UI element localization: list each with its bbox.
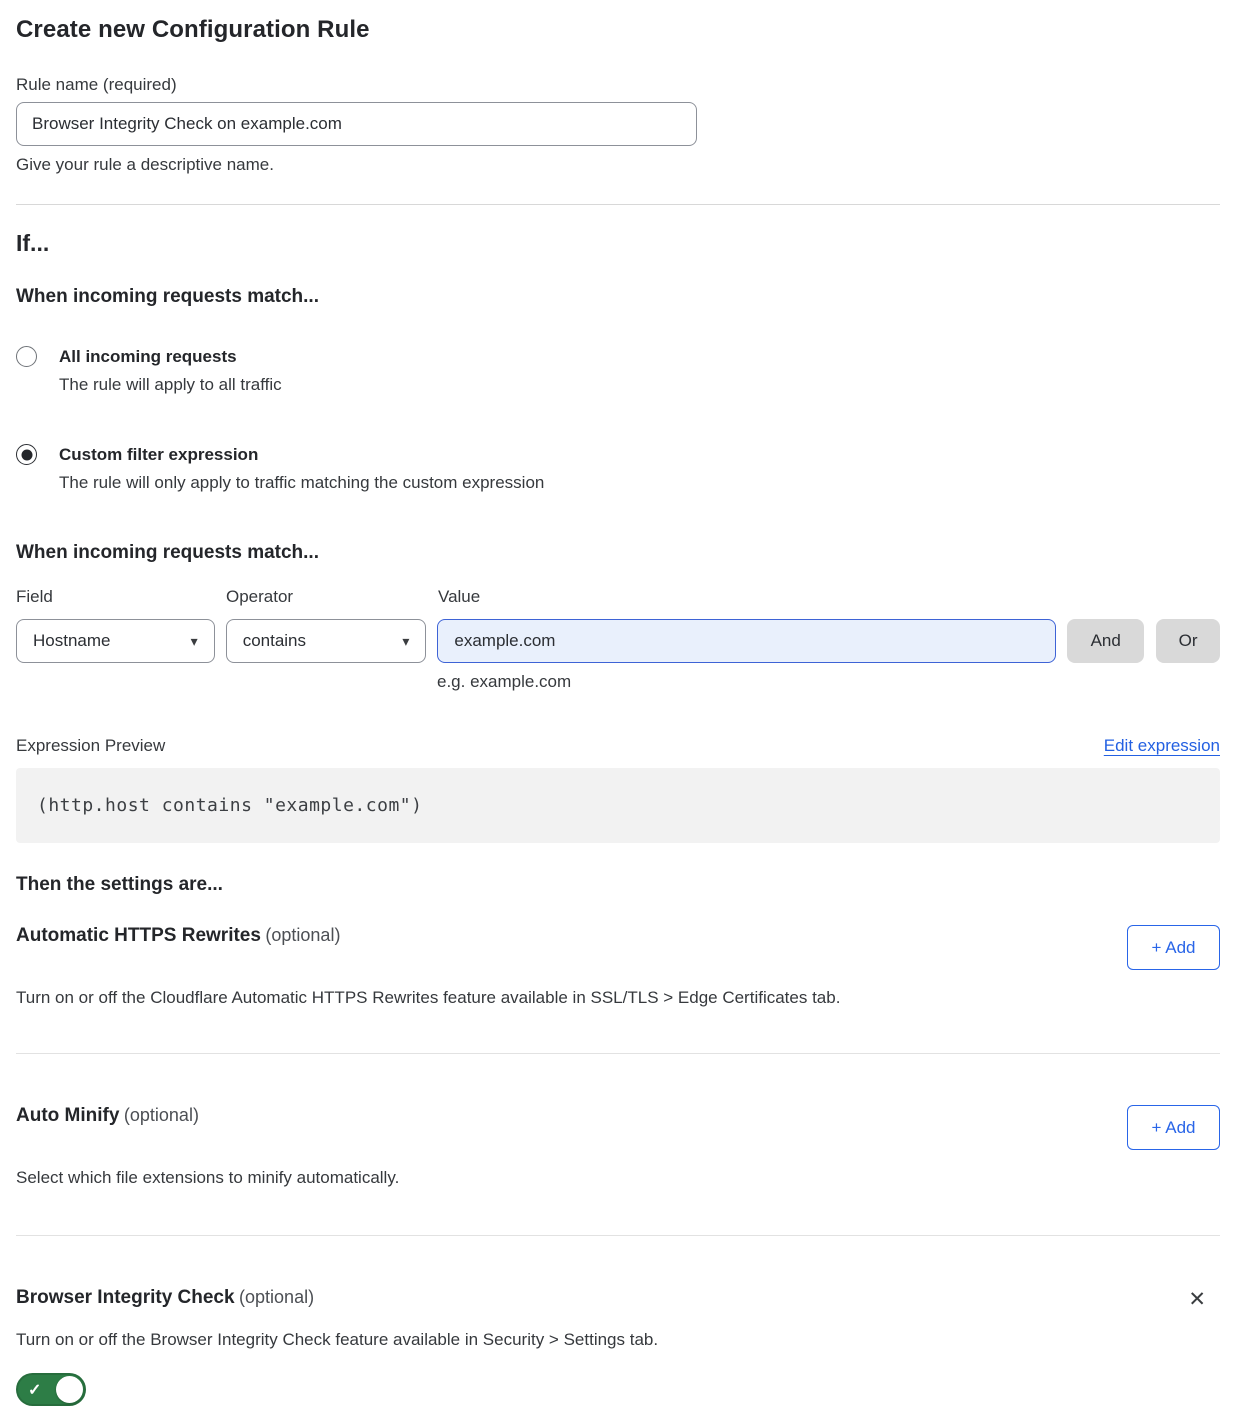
page-title: Create new Configuration Rule bbox=[16, 16, 1220, 44]
add-automatic-https-rewrites-button[interactable]: + Add bbox=[1127, 925, 1220, 970]
field-label: Field bbox=[16, 587, 226, 607]
value-input[interactable] bbox=[437, 619, 1056, 663]
operator-select[interactable]: contains ▾ bbox=[226, 619, 427, 663]
setting-optional-tag: (optional) bbox=[124, 1105, 199, 1125]
expression-code: (http.host contains "example.com") bbox=[37, 795, 422, 816]
expression-preview-label: Expression Preview bbox=[16, 736, 165, 756]
match-options: All incoming requests The rule will appl… bbox=[16, 345, 1220, 495]
configuration-rule-form: Create new Configuration Rule Rule name … bbox=[0, 0, 1237, 1424]
edit-expression-link[interactable]: Edit expression bbox=[1104, 736, 1220, 756]
remove-setting-button[interactable]: ✕ bbox=[1182, 1287, 1212, 1312]
radio-label: All incoming requests bbox=[59, 345, 282, 369]
match-heading: When incoming requests match... bbox=[16, 286, 1220, 308]
if-heading: If... bbox=[16, 230, 1220, 257]
setting-optional-tag: (optional) bbox=[265, 925, 340, 945]
setting-optional-tag: (optional) bbox=[239, 1287, 314, 1307]
add-auto-minify-button[interactable]: + Add bbox=[1127, 1105, 1220, 1150]
close-icon: ✕ bbox=[1188, 1287, 1206, 1311]
toggle-knob bbox=[56, 1376, 83, 1403]
operator-label: Operator bbox=[226, 587, 438, 607]
setting-title: Auto Minify bbox=[16, 1105, 119, 1126]
rule-name-group: Rule name (required) Give your rule a de… bbox=[16, 75, 1220, 175]
field-select-value: Hostname bbox=[33, 631, 110, 651]
browser-integrity-check-toggle[interactable]: ✓ bbox=[16, 1373, 86, 1406]
or-button[interactable]: Or bbox=[1156, 619, 1220, 663]
check-icon: ✓ bbox=[28, 1380, 41, 1400]
setting-title: Automatic HTTPS Rewrites bbox=[16, 925, 261, 946]
chevron-down-icon: ▾ bbox=[191, 634, 198, 648]
setting-browser-integrity-check: Browser Integrity Check (optional) ✕ Tur… bbox=[16, 1287, 1220, 1406]
radio-option-all-incoming-requests[interactable]: All incoming requests The rule will appl… bbox=[16, 345, 1220, 397]
value-help: e.g. example.com bbox=[437, 672, 1220, 692]
settings-heading: Then the settings are... bbox=[16, 874, 1220, 896]
setting-automatic-https-rewrites: Automatic HTTPS Rewrites (optional) + Ad… bbox=[16, 925, 1220, 1009]
and-button[interactable]: And bbox=[1067, 619, 1144, 663]
value-label: Value bbox=[438, 587, 1058, 607]
radio-button[interactable] bbox=[16, 346, 37, 367]
expression-preview-header: Expression Preview Edit expression bbox=[16, 736, 1220, 756]
section-divider bbox=[16, 1235, 1220, 1236]
rule-name-help: Give your rule a descriptive name. bbox=[16, 155, 1220, 175]
section-divider bbox=[16, 1053, 1220, 1054]
chevron-down-icon: ▾ bbox=[402, 634, 409, 648]
field-select[interactable]: Hostname ▾ bbox=[16, 619, 215, 663]
radio-option-custom-filter-expression[interactable]: Custom filter expression The rule will o… bbox=[16, 443, 1220, 495]
setting-description: Turn on or off the Browser Integrity Che… bbox=[16, 1328, 996, 1351]
radio-label: Custom filter expression bbox=[59, 443, 544, 467]
rule-name-input[interactable] bbox=[16, 102, 697, 146]
builder-heading: When incoming requests match... bbox=[16, 542, 1220, 564]
section-divider bbox=[16, 204, 1220, 205]
radio-description: The rule will only apply to traffic matc… bbox=[59, 471, 544, 495]
radio-button[interactable] bbox=[16, 444, 37, 465]
setting-title: Browser Integrity Check bbox=[16, 1287, 235, 1308]
setting-description: Turn on or off the Cloudflare Automatic … bbox=[16, 986, 996, 1009]
setting-auto-minify: Auto Minify (optional) + Add Select whic… bbox=[16, 1105, 1220, 1189]
expression-preview-code-block: (http.host contains "example.com") bbox=[16, 768, 1220, 843]
operator-select-value: contains bbox=[243, 631, 306, 651]
setting-description: Select which file extensions to minify a… bbox=[16, 1166, 996, 1189]
expression-builder: Field Operator Value Hostname ▾ contains… bbox=[16, 587, 1220, 692]
radio-description: The rule will apply to all traffic bbox=[59, 373, 282, 397]
rule-name-label: Rule name (required) bbox=[16, 75, 1220, 95]
